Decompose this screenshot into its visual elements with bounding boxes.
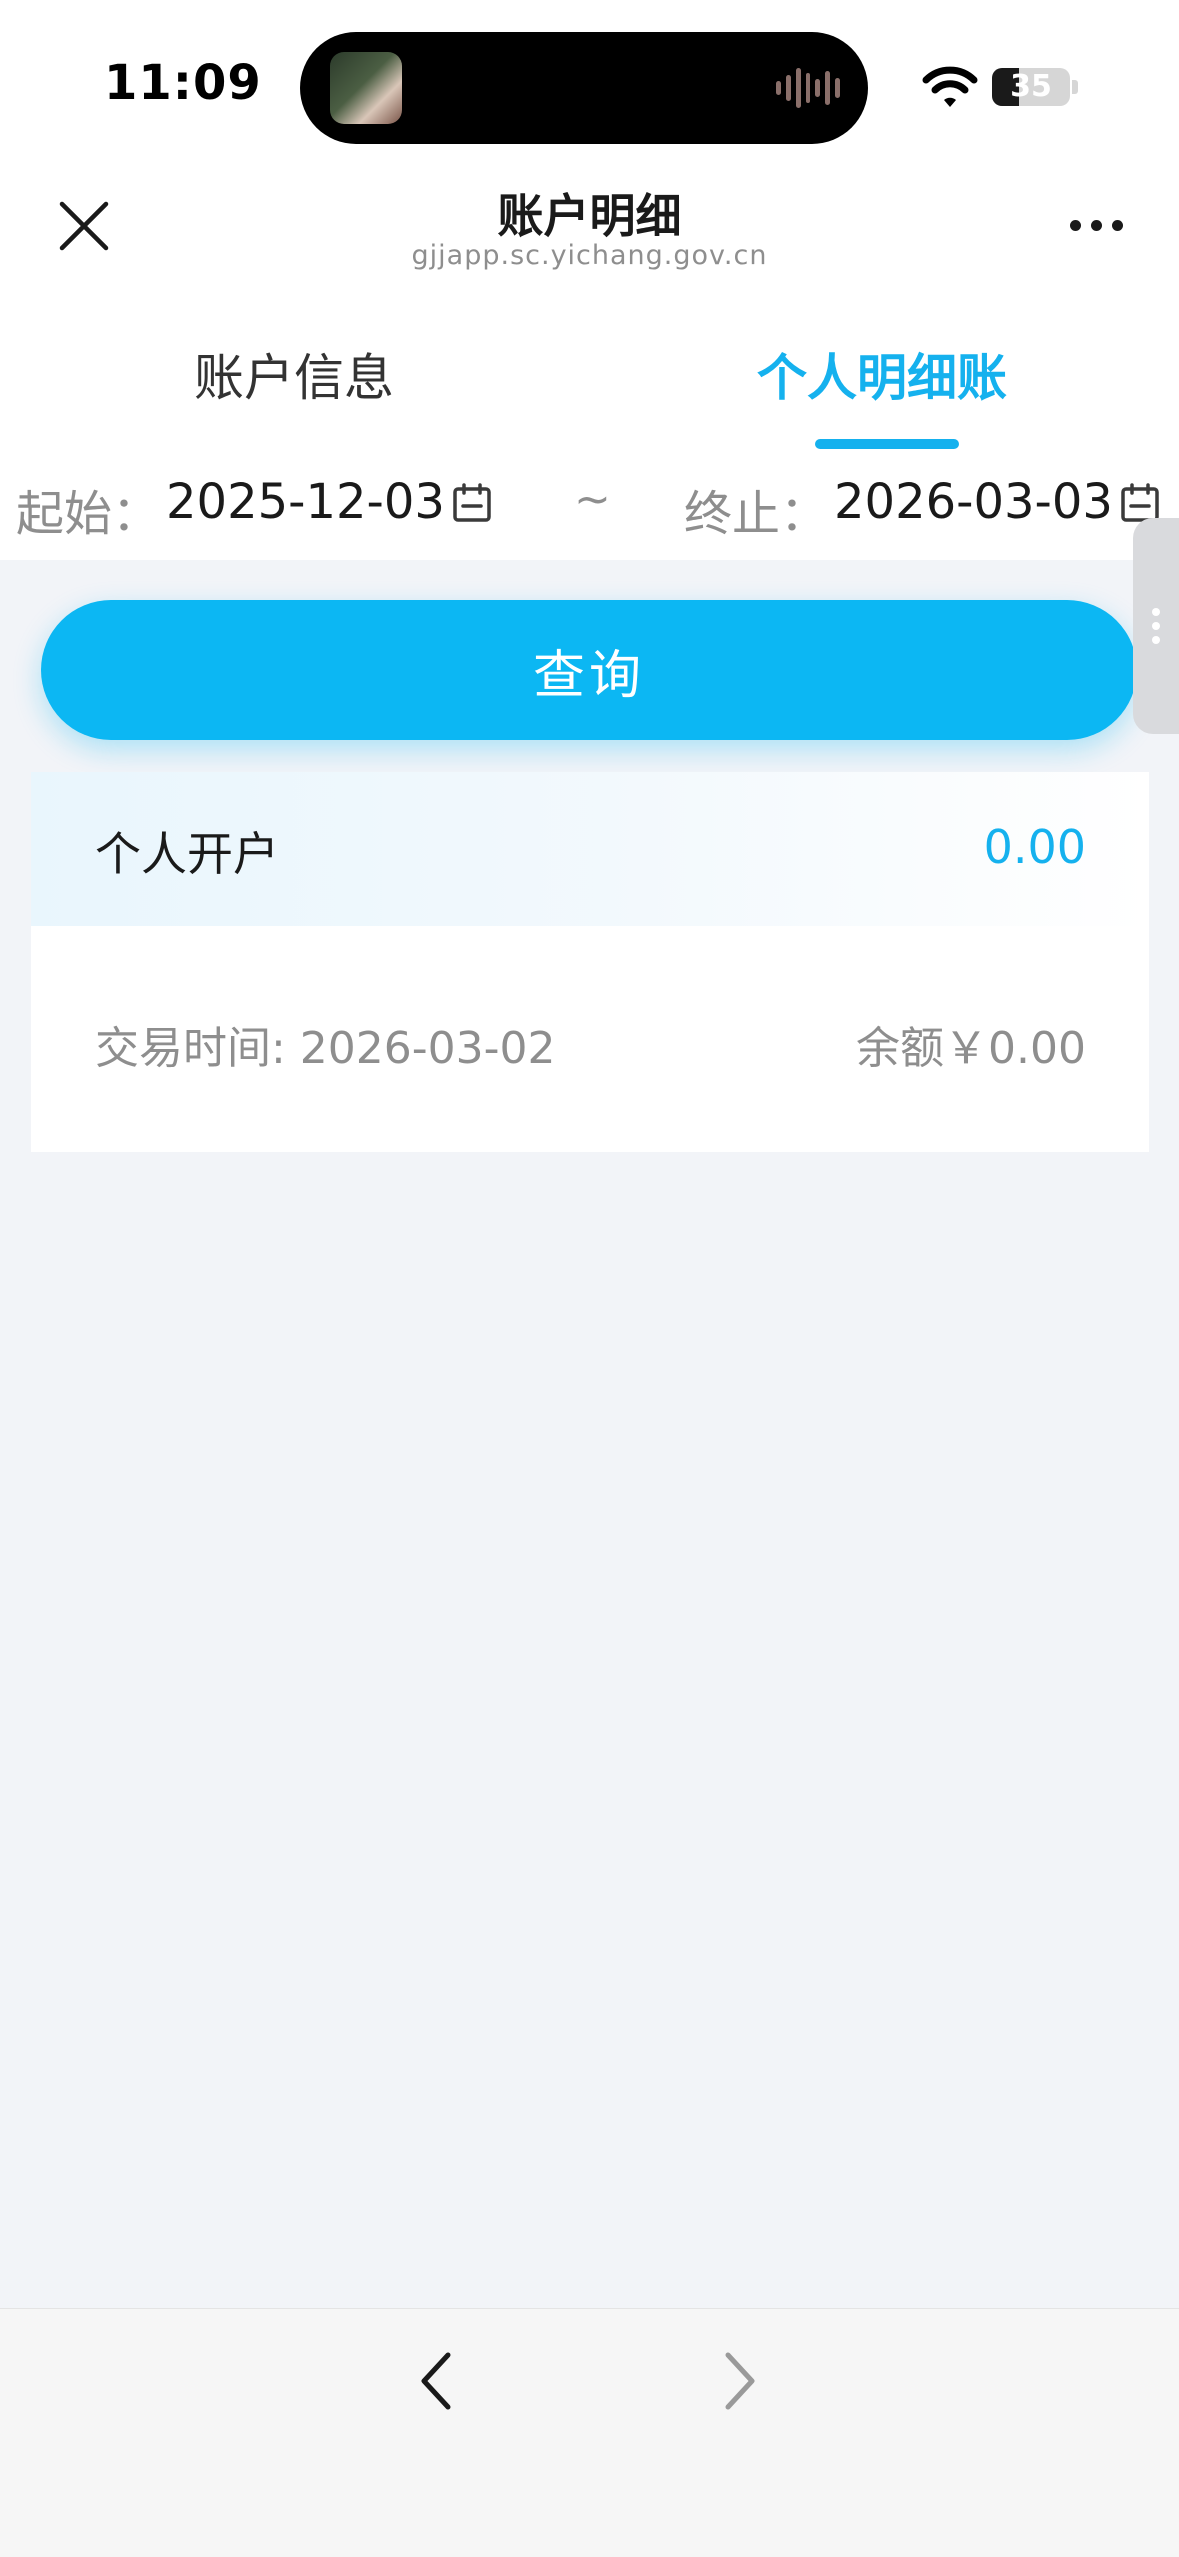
transaction-amount: 0.00 (983, 820, 1086, 874)
transaction-type: 个人开户 (95, 827, 279, 881)
start-date-field[interactable]: 2025-12-03 (166, 474, 445, 530)
transaction-card[interactable]: 个人开户 0.00 交易时间: 2026-03-02 余额￥0.00 (31, 772, 1149, 1152)
battery-icon: 35 (992, 68, 1070, 106)
audio-wave-icon (776, 66, 841, 110)
tab-account-info[interactable]: 账户信息 (194, 338, 394, 410)
back-button[interactable] (396, 2346, 476, 2416)
back-icon (421, 2352, 451, 2410)
side-drag-handle[interactable] (1133, 518, 1179, 734)
handle-dot (1152, 636, 1160, 644)
query-button[interactable]: 查询 (41, 600, 1137, 740)
transaction-balance: 余额￥0.00 (856, 1023, 1086, 1074)
forward-button[interactable] (700, 2346, 780, 2416)
more-icon-dot (1111, 219, 1123, 231)
transaction-header: 个人开户 0.00 (31, 772, 1149, 926)
date-range-separator: ~ (574, 474, 611, 525)
forward-icon (725, 2352, 755, 2410)
status-time: 11:09 (104, 55, 262, 111)
start-date-label: 起始： (16, 486, 161, 542)
handle-dot (1152, 608, 1160, 616)
dynamic-island[interactable] (300, 32, 868, 144)
transaction-time: 交易时间: 2026-03-02 (95, 1023, 556, 1074)
handle-dot (1152, 622, 1160, 630)
now-playing-artwork (330, 52, 402, 124)
more-icon-dot (1090, 219, 1102, 231)
calendar-icon[interactable] (451, 482, 493, 524)
active-tab-indicator (815, 439, 959, 449)
wifi-icon (922, 66, 978, 107)
browser-toolbar (0, 2308, 1179, 2557)
end-date-label: 终止： (684, 486, 829, 542)
page-url: gjjapp.sc.yichang.gov.cn (411, 240, 768, 271)
more-button[interactable] (1060, 200, 1132, 250)
page-title: 账户明细 (497, 189, 682, 243)
battery-tip (1072, 80, 1078, 94)
battery-level: 35 (1010, 69, 1052, 104)
query-button-label: 查询 (532, 645, 645, 706)
end-date-field[interactable]: 2026-03-03 (834, 474, 1113, 530)
more-icon (1069, 219, 1081, 231)
tab-personal-ledger[interactable]: 个人明细账 (757, 338, 1007, 410)
